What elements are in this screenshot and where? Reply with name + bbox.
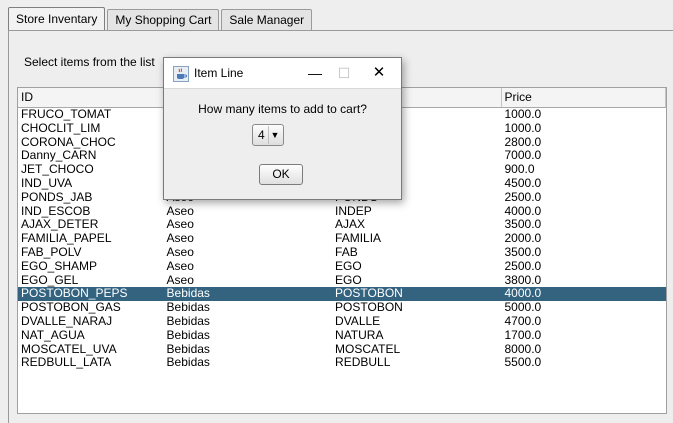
table-cell: FAB_POLV (21, 245, 82, 259)
item-line-dialog: Item Line — ☐ ✕ How many items to add to… (163, 57, 402, 200)
table-row[interactable]: NAT_AGUA Bebidas NATURA 1700.0 (18, 329, 666, 343)
table-cell: 2500.0 (504, 190, 542, 204)
table-cell: Aseo (166, 218, 194, 232)
table-cell: REDBULL (335, 356, 391, 370)
table-row[interactable]: AJAX_DETER Aseo AJAX 3500.0 (18, 218, 666, 232)
table-cell: 3500.0 (504, 245, 542, 259)
table-cell: Aseo (166, 245, 194, 259)
tab-bar: Store Inventary My Shopping Cart Sale Ma… (8, 5, 314, 31)
table-cell: MOSCATEL_UVA (21, 342, 117, 356)
tab-my-shopping-cart[interactable]: My Shopping Cart (107, 9, 220, 31)
table-cell: 3800.0 (504, 273, 542, 287)
table-cell: 2000.0 (504, 232, 542, 246)
maximize-button[interactable]: ☐ (331, 62, 357, 84)
table-cell: CHOCLIT_LIM (21, 121, 101, 135)
table-row[interactable]: EGO_GEL Aseo EGO 3800.0 (18, 274, 666, 288)
table-row[interactable]: IND_ESCOB Aseo INDEP 4000.0 (18, 205, 666, 219)
table-cell: CORONA_CHOC (21, 135, 116, 149)
table-row[interactable]: EGO_SHAMP Aseo EGO 2500.0 (18, 260, 666, 274)
table-row[interactable]: FAMILIA_PAPEL Aseo FAMILIA 2000.0 (18, 232, 666, 246)
dialog-titlebar[interactable]: Item Line — ☐ ✕ (164, 58, 401, 89)
table-bottom-edge (17, 414, 667, 423)
table-row[interactable]: MOSCATEL_UVA Bebidas MOSCATEL 8000.0 (18, 343, 666, 357)
table-cell: 1700.0 (504, 328, 542, 342)
table-cell: JET_CHOCO (21, 163, 94, 177)
minimize-button[interactable]: — (302, 62, 328, 84)
table-cell: DVALLE_NARAJ (21, 314, 113, 328)
table-cell: AJAX_DETER (21, 218, 99, 232)
dialog-title: Item Line (194, 66, 244, 80)
table-cell: 3500.0 (504, 218, 542, 232)
table-cell: 4000.0 (504, 204, 542, 218)
table-cell: IND_UVA (21, 176, 73, 190)
table-cell: Aseo (166, 259, 194, 273)
table-cell: Bebidas (166, 342, 210, 356)
table-row[interactable]: REDBULL_LATA Bebidas REDBULL 5500.0 (18, 356, 666, 370)
table-cell: NAT_AGUA (21, 328, 85, 342)
table-cell: Bebidas (166, 301, 210, 315)
quantity-combobox[interactable]: 4 ▼ (252, 124, 284, 146)
table-cell: INDEP (335, 204, 372, 218)
table-cell: Bebidas (166, 328, 210, 342)
table-row[interactable]: POSTOBON_PEPS Bebidas POSTOBON 4000.0 (18, 287, 666, 302)
table-cell: POSTOBON (335, 287, 403, 301)
table-cell: POSTOBON_GAS (21, 301, 121, 315)
table-cell: 5000.0 (504, 301, 542, 315)
quantity-value: 4 (258, 128, 265, 142)
table-cell: 900.0 (504, 163, 535, 177)
dialog-question: How many items to add to cart? (198, 102, 367, 116)
table-cell: 8000.0 (504, 342, 542, 356)
table-cell: IND_ESCOB (21, 204, 91, 218)
table-cell: AJAX (335, 218, 366, 232)
table-cell: MOSCATEL (335, 342, 401, 356)
tab-sale-manager[interactable]: Sale Manager (221, 9, 313, 31)
table-cell: Danny_CARN (21, 149, 97, 163)
table-row[interactable]: FAB_POLV Aseo FAB 3500.0 (18, 246, 666, 260)
table-cell: NATURA (335, 328, 384, 342)
table-cell: Bebidas (166, 287, 210, 301)
table-cell: 2500.0 (504, 259, 542, 273)
ok-button[interactable]: OK (259, 164, 303, 185)
column-header-price[interactable]: Price (502, 88, 666, 107)
tab-store-inventary[interactable]: Store Inventary (8, 7, 106, 31)
table-row[interactable]: POSTOBON_GAS Bebidas POSTOBON 5000.0 (18, 301, 666, 315)
table-cell: FAMILIA (335, 232, 382, 246)
table-row[interactable]: DVALLE_NARAJ Bebidas DVALLE 4700.0 (18, 315, 666, 329)
table-cell: Aseo (166, 232, 194, 246)
table-cell: FRUCO_TOMAT (21, 108, 112, 121)
table-cell: 5500.0 (504, 356, 542, 370)
table-cell: 1000.0 (504, 108, 542, 121)
table-cell: Bebidas (166, 356, 210, 370)
column-header-id[interactable]: ID (18, 88, 164, 107)
table-cell: EGO (335, 259, 362, 273)
table-cell: EGO (335, 273, 362, 287)
java-cup-icon (173, 66, 189, 82)
table-cell: FAMILIA_PAPEL (21, 232, 112, 246)
table-cell: Bebidas (166, 314, 210, 328)
table-cell: POSTOBON_PEPS (21, 287, 128, 301)
table-cell: 4500.0 (504, 176, 542, 190)
table-cell: DVALLE (335, 314, 381, 328)
instruction-label: Select items from the list (24, 55, 155, 69)
table-cell: EGO_GEL (21, 273, 79, 287)
table-cell: 7000.0 (504, 149, 542, 163)
table-cell: 2800.0 (504, 135, 542, 149)
table-cell: 1000.0 (504, 121, 542, 135)
table-cell: REDBULL_LATA (21, 356, 112, 370)
dropdown-arrow-icon[interactable]: ▼ (268, 126, 281, 144)
table-cell: EGO_SHAMP (21, 259, 98, 273)
table-cell: 4700.0 (504, 314, 542, 328)
table-cell: 4000.0 (504, 287, 542, 301)
table-cell: FAB (335, 245, 358, 259)
table-cell: PONDS_JAB (21, 190, 93, 204)
close-button[interactable]: ✕ (366, 62, 392, 84)
table-cell: Aseo (166, 273, 194, 287)
table-cell: POSTOBON (335, 301, 403, 315)
table-cell: Aseo (166, 204, 194, 218)
